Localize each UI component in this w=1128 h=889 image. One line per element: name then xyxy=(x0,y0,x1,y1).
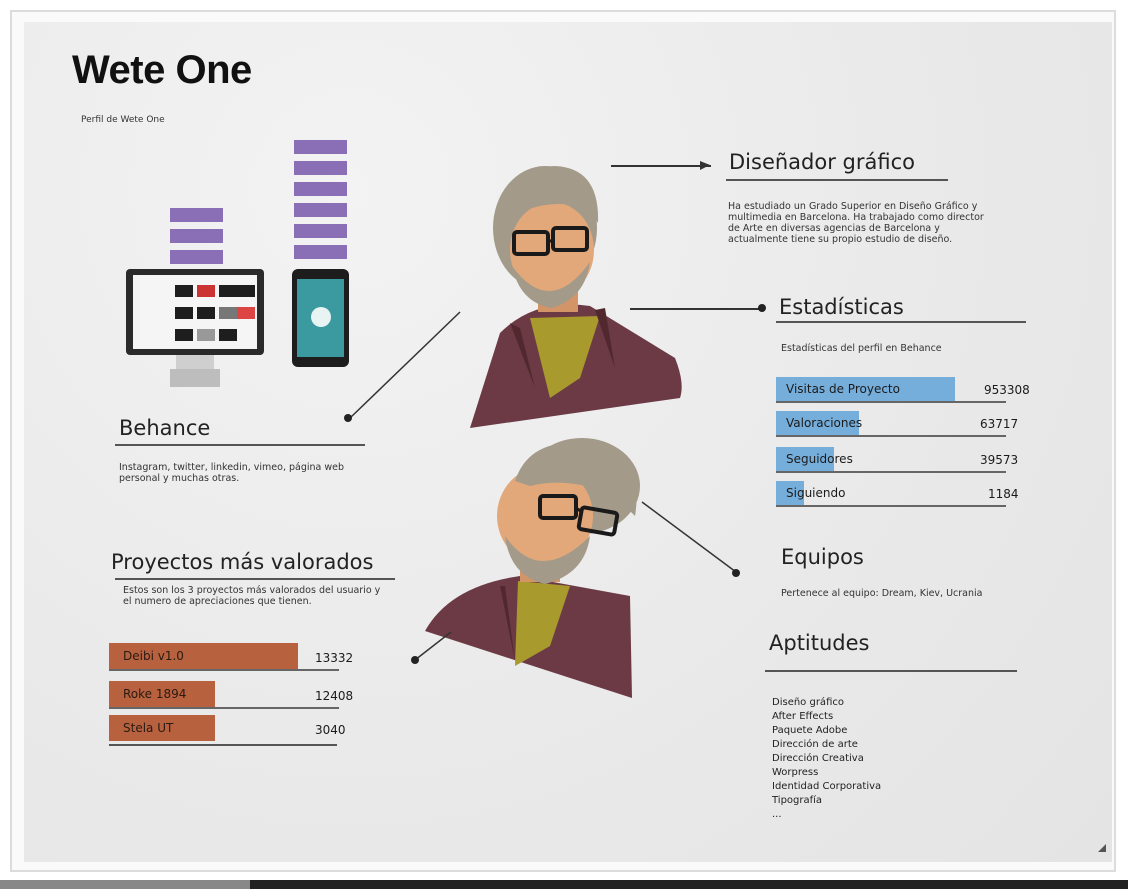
skill-item: Worpress xyxy=(772,767,819,778)
stat-value: 953308 xyxy=(984,383,1030,397)
page-subtitle: Perfil de Wete One xyxy=(81,115,165,125)
resize-handle-icon[interactable] xyxy=(1098,844,1106,852)
connector-stats xyxy=(630,308,760,310)
project-value: 13332 xyxy=(315,651,354,665)
page-title: Wete One xyxy=(72,48,252,92)
scrollbar-thumb[interactable] xyxy=(0,880,250,889)
project-value: 3040 xyxy=(315,723,346,737)
divider xyxy=(726,179,948,181)
divider xyxy=(115,444,365,446)
connector-teams xyxy=(641,501,740,577)
skill-item: Diseño gráfico xyxy=(772,697,844,708)
behance-text: Instagram, twitter, linkedin, vimeo, pág… xyxy=(119,462,345,484)
projects-text: Estos son los 3 proyectos más valorados … xyxy=(123,585,381,607)
stats-subheading: Estadísticas del perfil en Behance xyxy=(781,343,942,354)
project-track xyxy=(109,707,339,709)
project-label: Roke 1894 xyxy=(123,687,187,701)
stat-track xyxy=(776,435,1006,437)
skills-list: Diseño gráfico After Effects Paquete Adobe… xyxy=(772,696,881,822)
monitor-base xyxy=(170,369,220,387)
divider xyxy=(765,670,1017,672)
bar-stack-left xyxy=(170,208,223,271)
stat-label: Siguiendo xyxy=(786,486,846,500)
stat-value: 1184 xyxy=(988,487,1019,501)
stat-value: 39573 xyxy=(980,453,1019,467)
avatar-top xyxy=(470,166,682,428)
skills-heading: Aptitudes xyxy=(769,631,870,655)
stat-row: Seguidores 39573 xyxy=(776,447,1018,473)
skill-item: Dirección Creativa xyxy=(772,753,864,764)
bar-stack-right xyxy=(294,140,347,266)
monitor-stand xyxy=(176,355,214,369)
divider xyxy=(776,321,1026,323)
stat-label: Seguidores xyxy=(786,452,853,466)
skill-item: Tipografía xyxy=(772,795,823,806)
project-track xyxy=(109,669,339,671)
project-row: Roke 1894 12408 xyxy=(109,681,353,709)
behance-heading: Behance xyxy=(119,416,211,440)
designer-text: Ha estudiado un Grado Superior en Diseño… xyxy=(728,201,984,245)
stat-label: Valoraciones xyxy=(786,416,863,430)
stats-heading: Estadísticas xyxy=(779,295,904,319)
connector-behance xyxy=(344,311,461,422)
project-value: 12408 xyxy=(315,689,354,703)
skill-item: Identidad Corporativa xyxy=(772,781,882,792)
stat-row: Valoraciones 63717 xyxy=(776,411,1018,437)
monitor-icon xyxy=(126,269,264,355)
project-label: Stela UT xyxy=(123,721,174,735)
designer-heading: Diseñador gráfico xyxy=(729,150,915,174)
stat-track xyxy=(776,471,1006,473)
horizontal-scrollbar[interactable] xyxy=(0,880,1128,889)
projects-heading: Proyectos más valorados xyxy=(111,550,374,574)
stat-label: Visitas de Proyecto xyxy=(786,382,900,396)
skill-item: After Effects xyxy=(772,711,834,722)
divider xyxy=(109,744,337,746)
connector-projects xyxy=(411,631,452,664)
project-row: Stela UT 3040 xyxy=(109,715,346,743)
connector-dot xyxy=(758,304,766,312)
divider xyxy=(115,578,395,580)
connector-designer xyxy=(611,165,711,167)
skill-item: Paquete Adobe xyxy=(772,725,848,736)
teams-heading: Equipos xyxy=(781,545,864,569)
stat-value: 63717 xyxy=(980,417,1019,431)
avatar-bottom xyxy=(425,438,640,698)
project-label: Deibi v1.0 xyxy=(123,649,184,663)
stat-row: Visitas de Proyecto 953308 xyxy=(776,377,1030,403)
stat-track xyxy=(776,505,1006,507)
teams-text: Pertenece al equipo: Dream, Kiev, Ucrani… xyxy=(781,588,983,599)
skill-item: Dirección de arte xyxy=(772,739,858,750)
arrow-right-icon xyxy=(700,161,710,170)
stat-track xyxy=(776,401,1006,403)
skill-item: ... xyxy=(772,809,782,820)
project-row: Deibi v1.0 13332 xyxy=(109,643,353,671)
stat-row: Siguiendo 1184 xyxy=(776,481,1019,507)
